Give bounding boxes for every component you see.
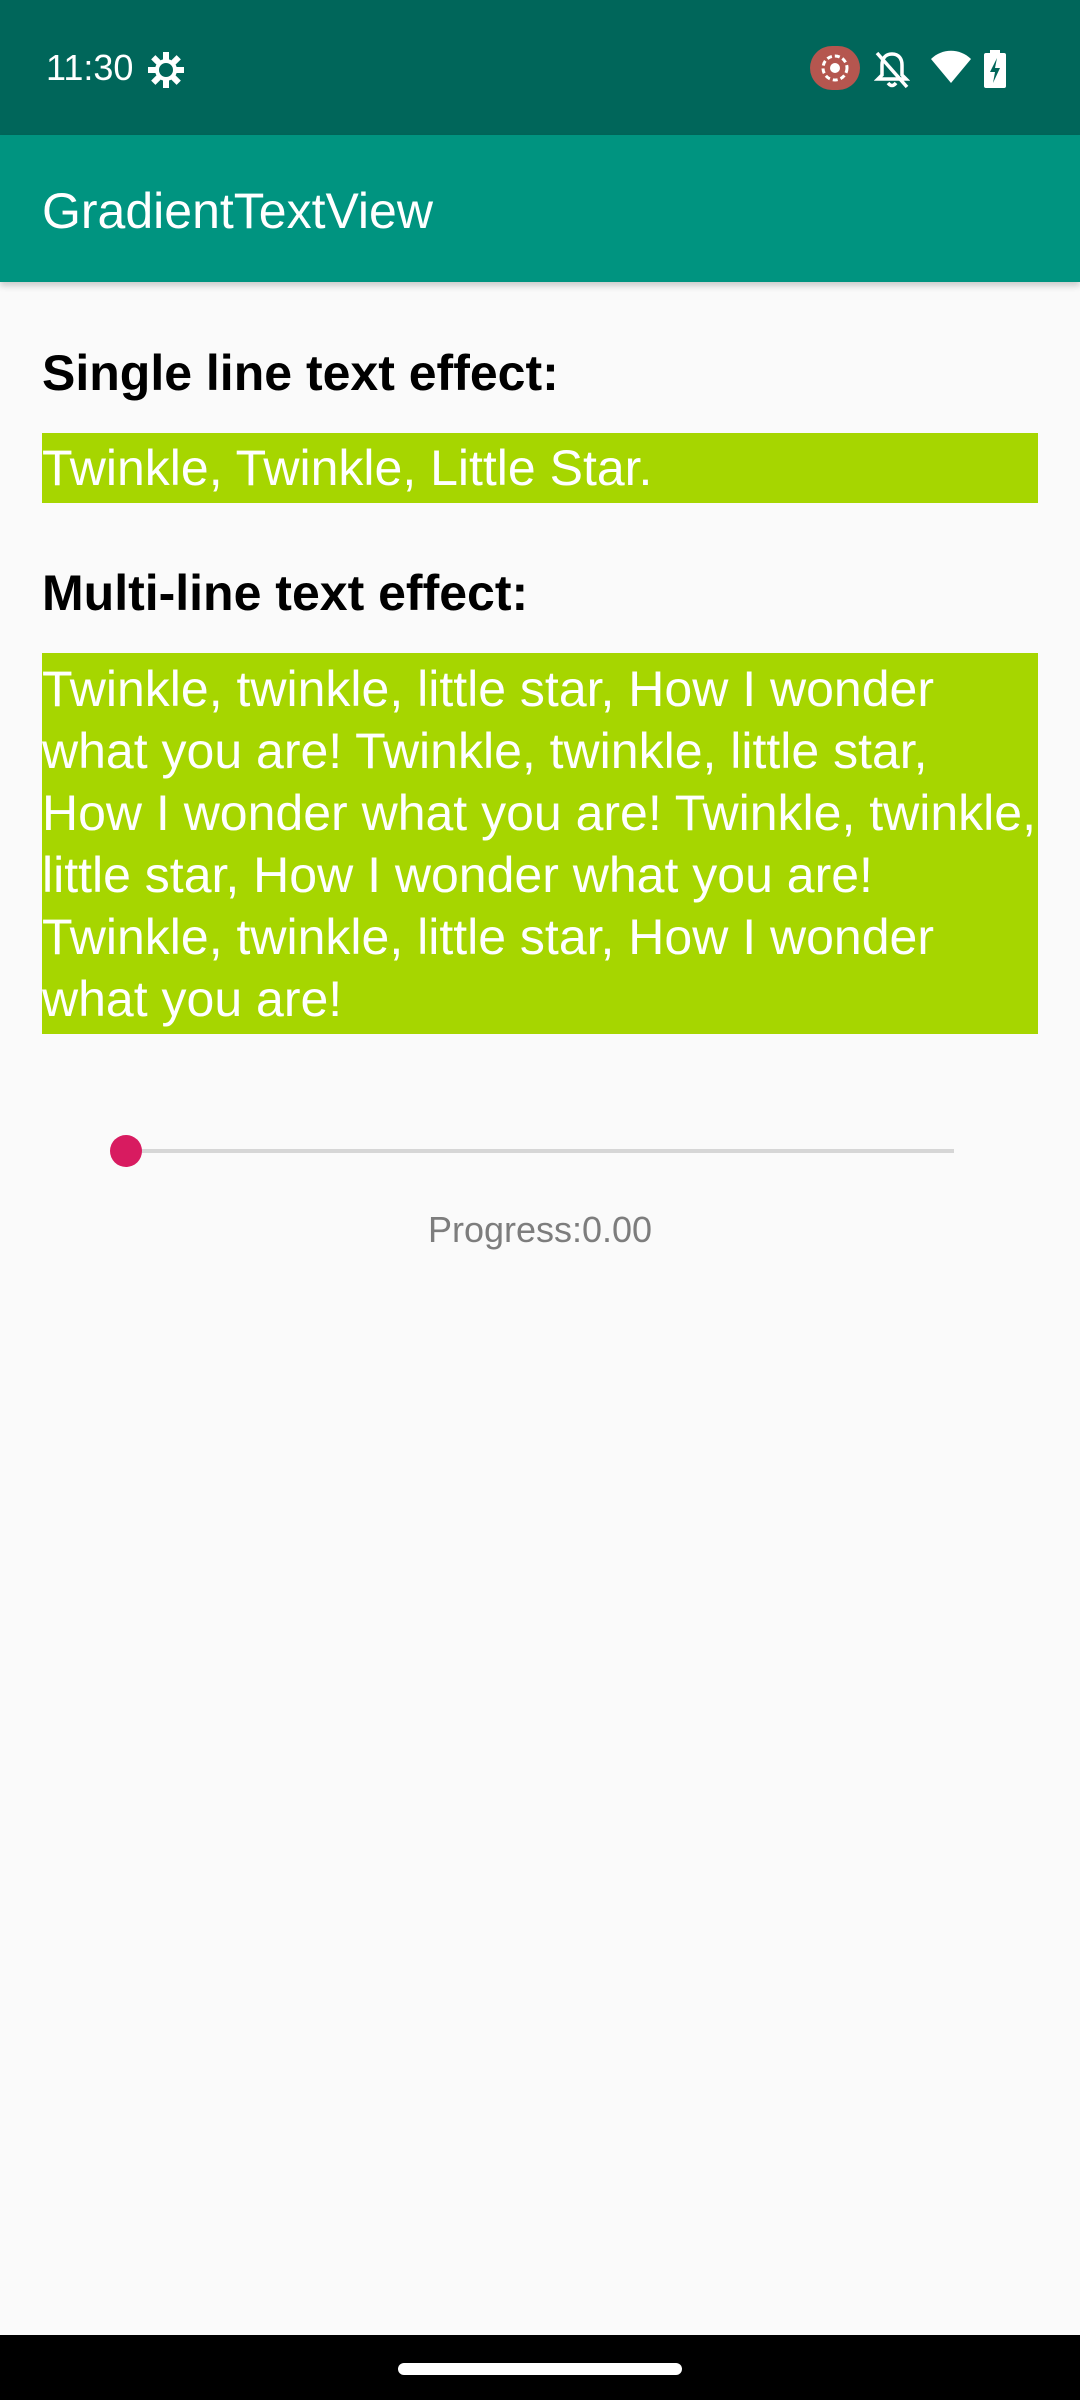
slider-track[interactable] — [126, 1149, 954, 1153]
app-bar: GradientTextView — [0, 135, 1080, 282]
status-time: 11:30 — [46, 47, 134, 88]
multi-line-heading: Multi-line text effect: — [42, 565, 529, 621]
slider-thumb[interactable] — [110, 1135, 142, 1167]
progress-slider[interactable] — [0, 1120, 1080, 1180]
single-line-heading: Single line text effect: — [42, 345, 559, 401]
progress-label: Progress:0.00 — [427, 1209, 653, 1250]
multi-line-gradient-text: Twinkle, twinkle, little star, How I won… — [42, 653, 1038, 1034]
single-line-gradient-text: Twinkle, Twinkle, Little Star. — [42, 433, 1038, 503]
wifi-icon — [931, 50, 971, 83]
battery-charging-icon — [984, 50, 1006, 88]
home-gesture-handle[interactable] — [398, 2363, 682, 2375]
status-bar: 11:30 — [0, 0, 1080, 135]
navigation-bar — [0, 2335, 1080, 2400]
settings-gear-icon — [148, 52, 184, 88]
screen-record-icon — [810, 46, 860, 90]
app-title: GradientTextView — [42, 183, 433, 239]
notifications-off-icon — [874, 51, 910, 89]
